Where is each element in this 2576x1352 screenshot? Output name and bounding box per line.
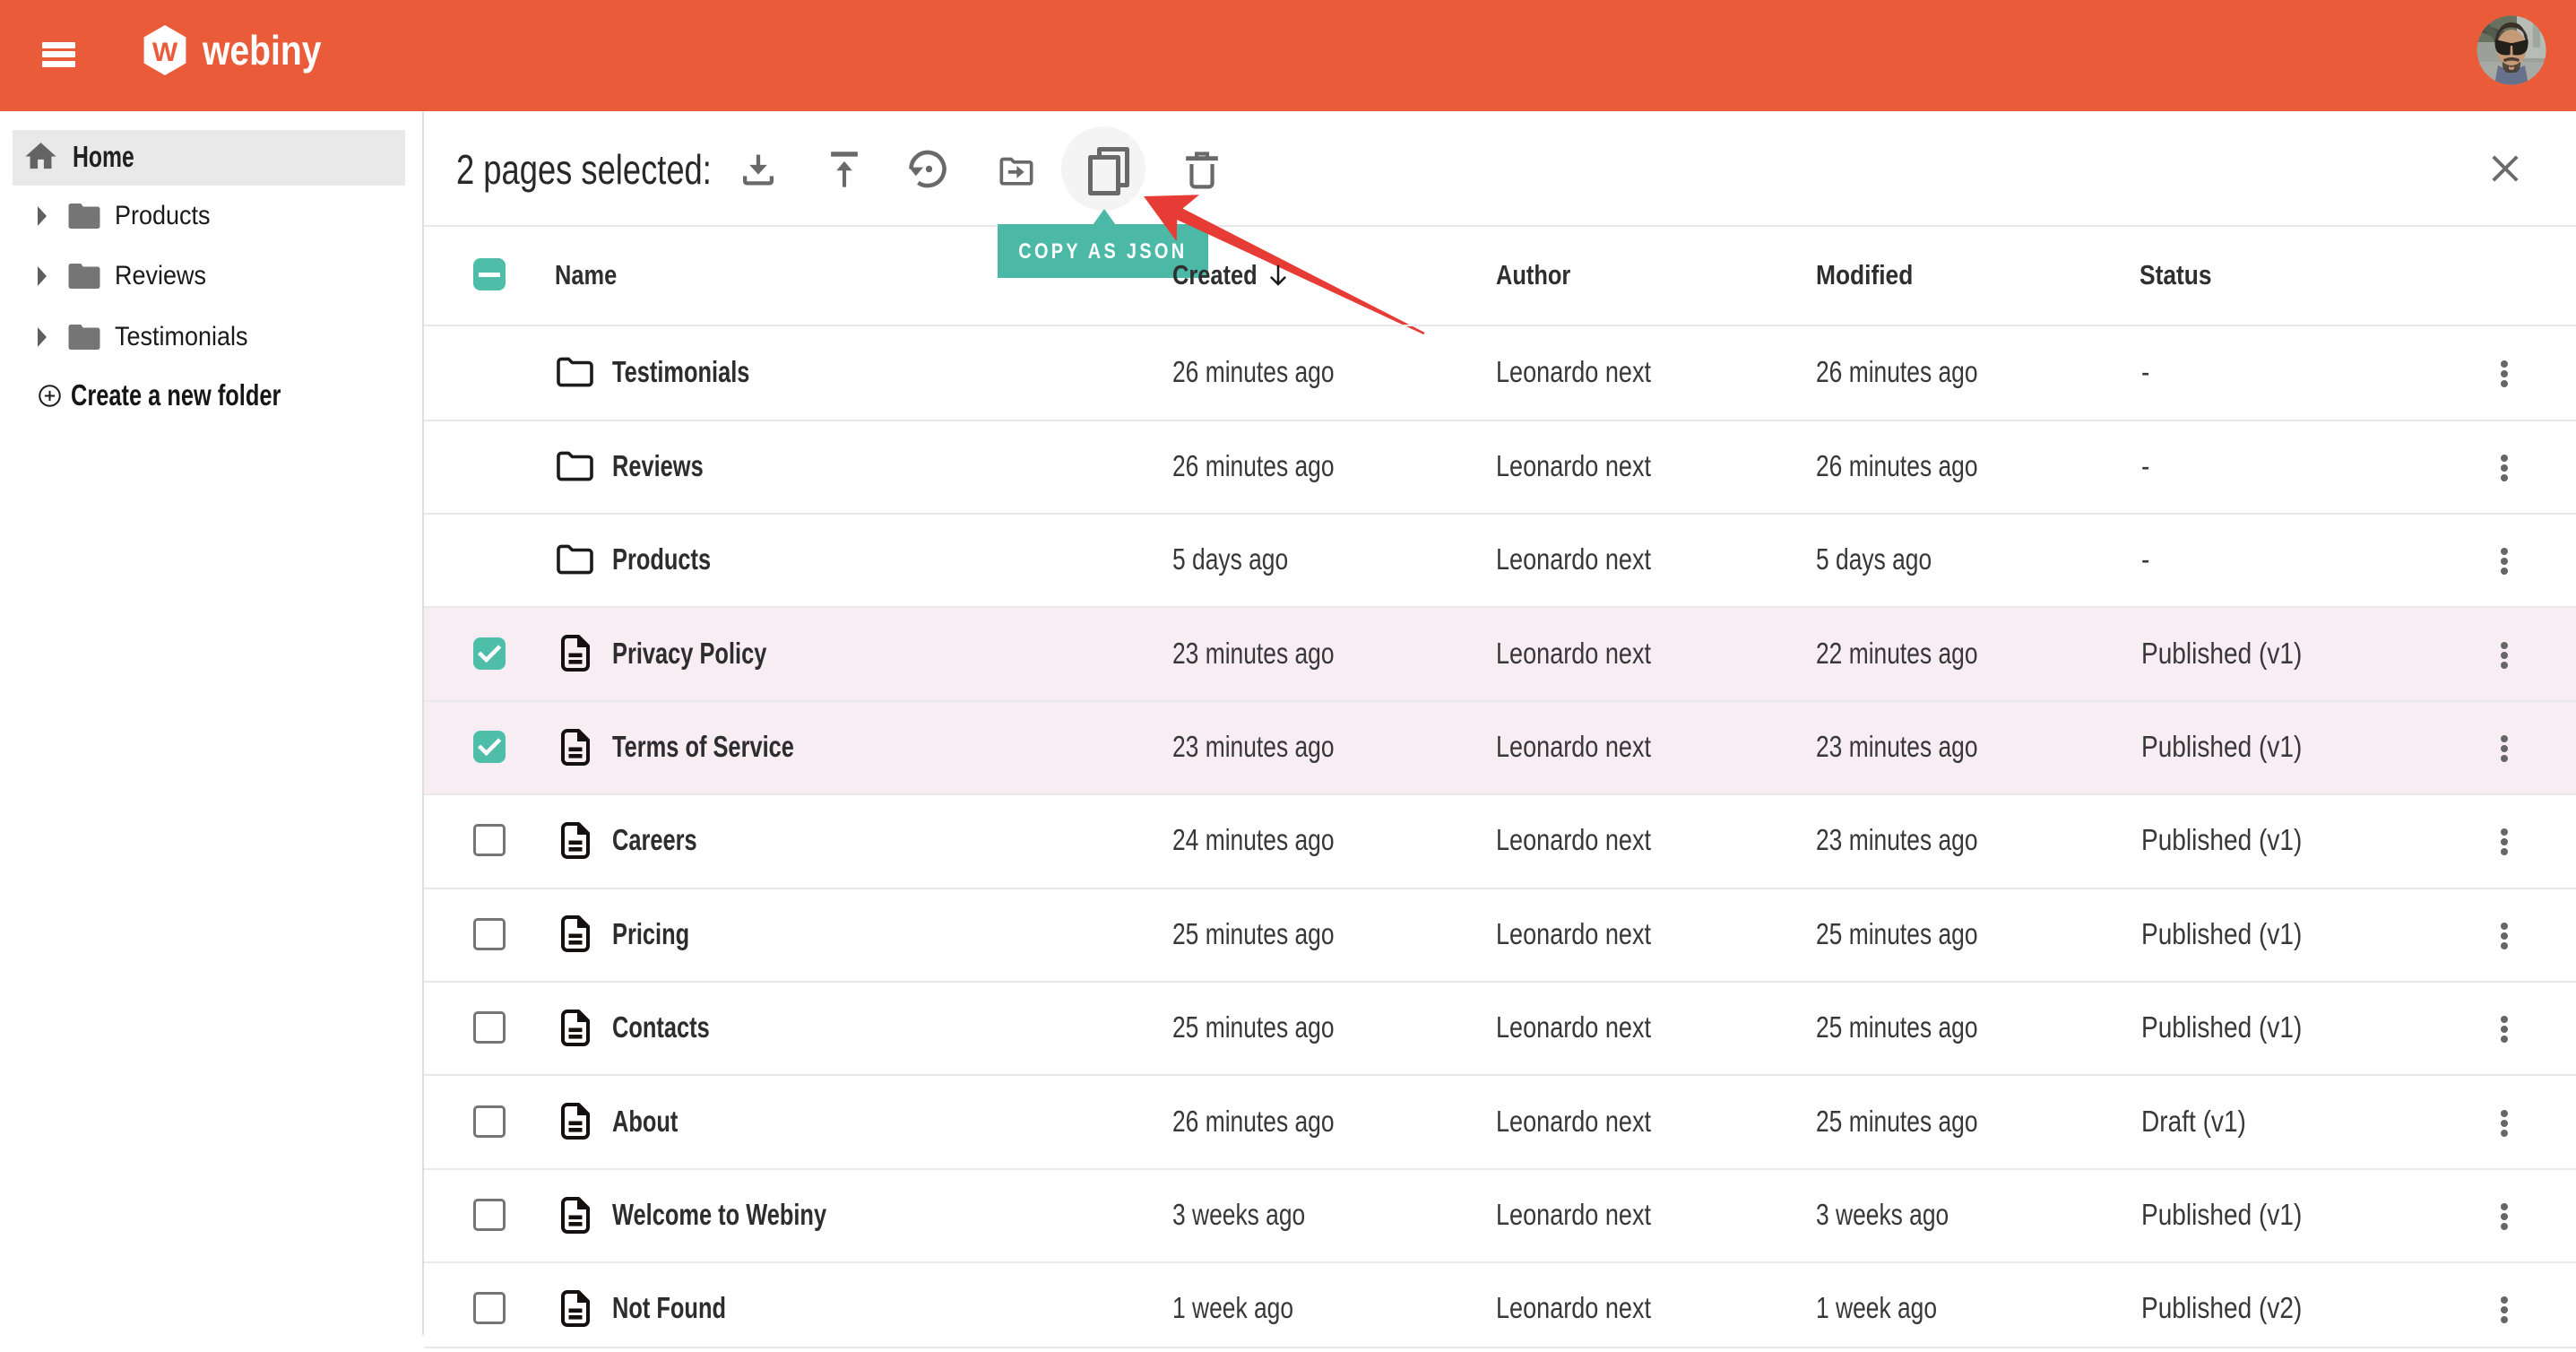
- svg-text:W: W: [152, 38, 178, 67]
